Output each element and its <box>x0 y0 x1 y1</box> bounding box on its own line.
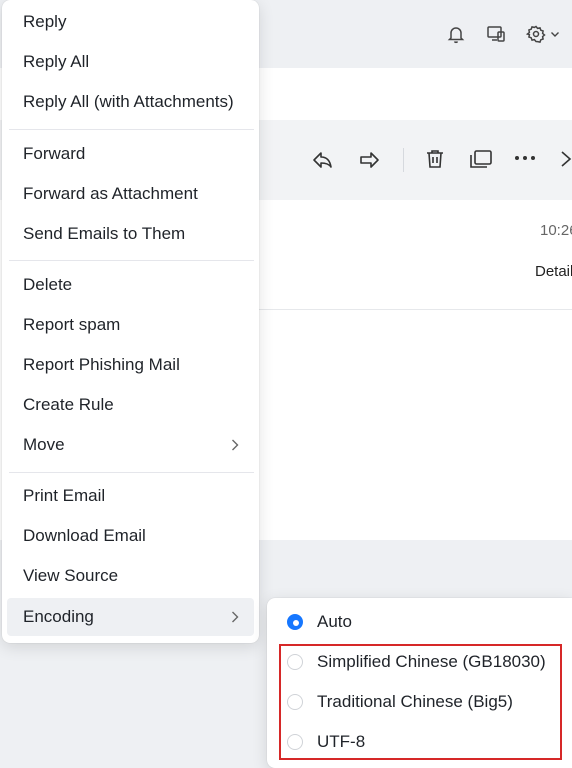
menu-divider <box>9 472 254 473</box>
details-link[interactable]: Details <box>535 263 572 280</box>
menu-item-move-label: Move <box>23 435 65 454</box>
radio-checked-icon <box>287 614 303 630</box>
device-switch-icon[interactable] <box>484 22 508 46</box>
chevron-right-icon <box>228 610 242 624</box>
context-menu: Reply Reply All Reply All (with Attachme… <box>2 0 259 643</box>
menu-item-report-spam[interactable]: Report spam <box>7 306 254 344</box>
highlight-box <box>279 644 562 760</box>
menu-item-create-rule[interactable]: Create Rule <box>7 386 254 424</box>
menu-item-reply-all-attachments[interactable]: Reply All (with Attachments) <box>7 83 254 121</box>
delete-icon[interactable] <box>424 148 450 174</box>
menu-item-forward-as-attachment[interactable]: Forward as Attachment <box>7 175 254 213</box>
mail-time: 10:26 <box>540 222 572 239</box>
menu-divider <box>9 260 254 261</box>
menu-item-report-phishing[interactable]: Report Phishing Mail <box>7 346 254 384</box>
menu-item-reply-all[interactable]: Reply All <box>7 43 254 81</box>
gear-icon[interactable] <box>524 22 548 46</box>
menu-item-send-emails[interactable]: Send Emails to Them <box>7 215 254 253</box>
menu-item-delete[interactable]: Delete <box>7 266 254 304</box>
menu-item-print-email[interactable]: Print Email <box>7 477 254 515</box>
more-icon[interactable] <box>514 148 540 174</box>
next-icon[interactable] <box>558 148 572 174</box>
menu-item-download-email[interactable]: Download Email <box>7 517 254 555</box>
reply-all-icon[interactable] <box>311 148 337 174</box>
menu-item-encoding[interactable]: Encoding <box>7 598 254 636</box>
menu-item-encoding-label: Encoding <box>23 607 94 626</box>
menu-item-forward[interactable]: Forward <box>7 135 254 173</box>
menu-item-reply[interactable]: Reply <box>7 3 254 41</box>
encoding-option-auto[interactable]: Auto <box>287 610 352 634</box>
encoding-option-label: Auto <box>317 612 352 631</box>
chevron-down-icon[interactable] <box>548 22 562 46</box>
menu-divider <box>9 129 254 130</box>
menu-item-view-source[interactable]: View Source <box>7 557 254 595</box>
bell-icon[interactable] <box>444 22 468 46</box>
copy-window-icon[interactable] <box>469 148 495 174</box>
menu-item-move[interactable]: Move <box>7 426 254 464</box>
toolbar-divider <box>403 148 404 172</box>
chevron-right-icon <box>228 438 242 452</box>
mail-divider <box>258 309 572 310</box>
forward-icon[interactable] <box>357 148 383 174</box>
